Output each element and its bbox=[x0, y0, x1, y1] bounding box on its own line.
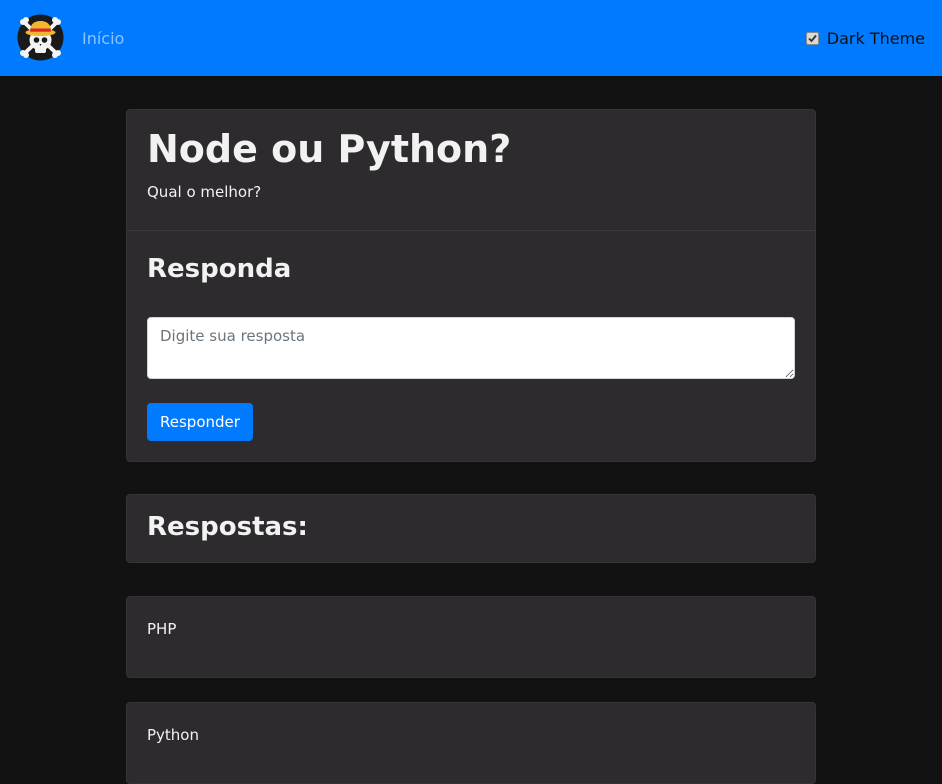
answer-card: Python bbox=[126, 702, 816, 784]
question-card: Node ou Python? Qual o melhor? Responda … bbox=[126, 109, 816, 462]
nav-link-home[interactable]: Início bbox=[82, 29, 124, 48]
answers-heading: Respostas: bbox=[147, 512, 308, 542]
checkmark-icon bbox=[808, 34, 817, 43]
question-description: Qual o melhor? bbox=[147, 183, 262, 201]
straw-hat-jolly-roger-logo-icon[interactable] bbox=[17, 14, 64, 61]
top-navbar: Início Dark Theme bbox=[0, 0, 942, 76]
dark-theme-label: Dark Theme bbox=[826, 29, 925, 48]
reply-form: Responda Responder bbox=[127, 231, 815, 441]
question-header: Node ou Python? Qual o melhor? bbox=[127, 110, 815, 231]
answer-card: PHP bbox=[126, 596, 816, 678]
reply-heading: Responda bbox=[147, 254, 292, 284]
answers-heading-card: Respostas: bbox=[126, 494, 816, 563]
answer-input[interactable] bbox=[147, 317, 795, 379]
dark-theme-toggle[interactable]: Dark Theme bbox=[805, 29, 925, 48]
dark-theme-checkbox[interactable] bbox=[805, 32, 819, 45]
question-title: Node ou Python? bbox=[147, 127, 512, 171]
answer-text: PHP bbox=[147, 620, 177, 638]
answer-text: Python bbox=[147, 726, 199, 744]
submit-answer-button[interactable]: Responder bbox=[147, 403, 253, 441]
